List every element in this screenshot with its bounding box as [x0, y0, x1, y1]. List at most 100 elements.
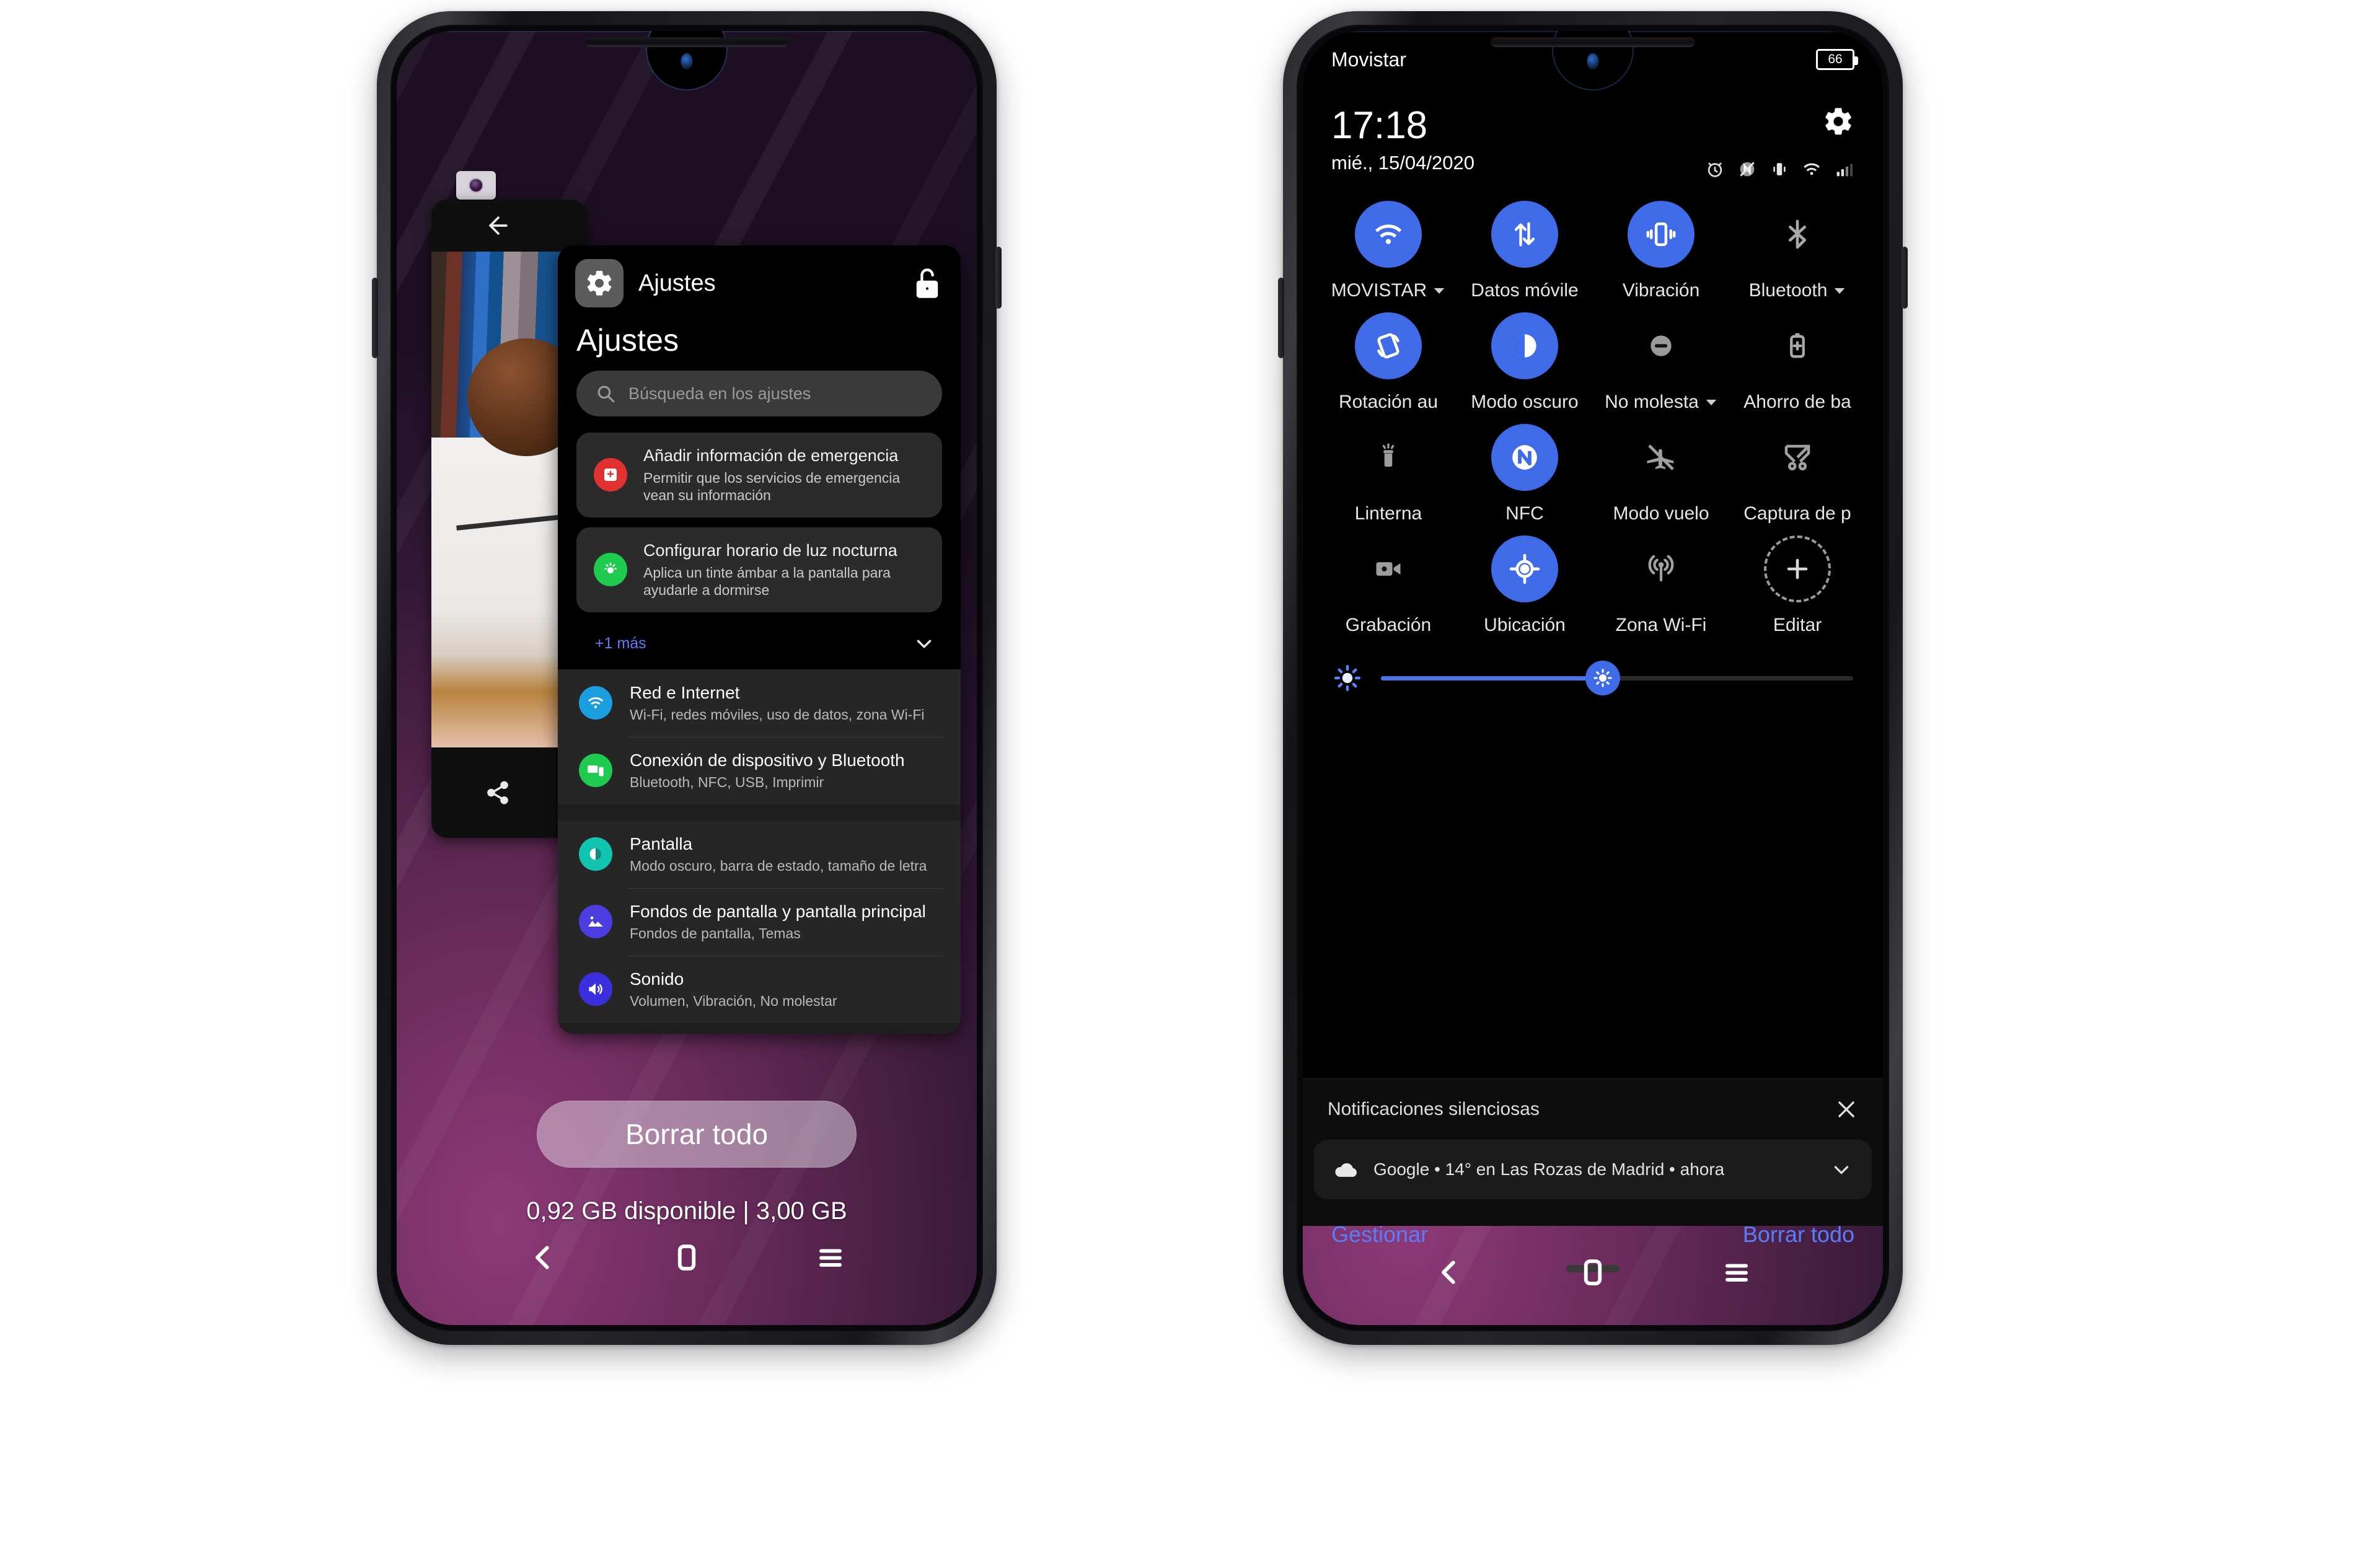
airplane-mode-icon[interactable]	[1628, 424, 1695, 491]
right-phone-power-button[interactable]	[1902, 247, 1908, 309]
brightness-slider-knob[interactable]	[1585, 661, 1621, 695]
bluetooth-off-icon[interactable]	[1764, 201, 1831, 268]
memory-status-text: 0,92 GB disponible | 3,00 GB	[526, 1197, 847, 1225]
unlock-icon[interactable]	[911, 266, 943, 301]
left-phone-navbar	[397, 1223, 977, 1292]
screenshot-canvas: Ajustes Ajustes Búsqueda en los ajustes	[0, 0, 2380, 1568]
qs-tile-flashlight[interactable]: Linterna	[1320, 424, 1457, 524]
hotspot-icon[interactable]	[1628, 535, 1695, 602]
suggestion-emergency-info[interactable]: Añadir información de emergencia Permiti…	[576, 433, 942, 518]
qs-tile-label: Editar	[1773, 615, 1822, 635]
qs-tile-airplane-mode[interactable]: Modo vuelo	[1593, 424, 1729, 524]
home-icon[interactable]	[1576, 1256, 1610, 1289]
qs-tile-mobile-data[interactable]: Datos móvile	[1457, 201, 1593, 301]
status-icon-row	[1704, 159, 1854, 180]
item-subtitle: Wi-Fi, redes móviles, uso de datos, zona…	[630, 706, 925, 723]
settings-item-sound[interactable]: Sonido Volumen, Vibración, No molestar	[558, 955, 961, 1023]
clear-all-button[interactable]: Borrar todo	[537, 1101, 857, 1168]
show-more-suggestions[interactable]: +1 más	[558, 622, 961, 669]
item-title: Sonido	[630, 969, 684, 989]
chevron-down-icon[interactable]	[912, 632, 936, 656]
left-phone-screen: Ajustes Ajustes Búsqueda en los ajustes	[397, 31, 977, 1325]
do-not-disturb-icon[interactable]	[1628, 312, 1695, 379]
qs-tile-hotspot[interactable]: Zona Wi-Fi	[1593, 535, 1729, 636]
wifi-icon[interactable]	[1355, 201, 1422, 268]
item-subtitle: Modo oscuro, barra de estado, tamaño de …	[630, 857, 927, 874]
qs-tile-label: Datos móvile	[1471, 280, 1579, 301]
gear-icon	[575, 259, 624, 307]
emergency-icon	[594, 458, 627, 492]
night-light-icon	[594, 553, 627, 587]
screen-record-icon[interactable]	[1355, 535, 1422, 602]
list-group-divider	[558, 1023, 961, 1034]
settings-item-network[interactable]: Red e Internet Wi-Fi, redes móviles, uso…	[558, 669, 961, 737]
brightness-low-icon	[1333, 663, 1362, 693]
qs-tile-nfc[interactable]: NFC	[1457, 424, 1593, 524]
cloud-icon	[1333, 1156, 1360, 1183]
home-icon[interactable]	[670, 1241, 703, 1274]
right-phone-volume-button[interactable]	[1278, 278, 1284, 358]
chevron-down-icon[interactable]	[1433, 284, 1445, 297]
wifi-icon	[1801, 159, 1822, 180]
search-icon	[595, 383, 616, 404]
settings-item-device-connection[interactable]: Conexión de dispositivo y Bluetooth Blue…	[558, 736, 961, 804]
recents-icon[interactable]	[1720, 1256, 1753, 1289]
qs-tile-screenshot[interactable]: Captura de p	[1729, 424, 1866, 524]
nfc-icon[interactable]	[1491, 424, 1558, 491]
share-icon[interactable]	[485, 780, 511, 806]
brightness-fill	[1381, 676, 1603, 680]
camera-icon	[456, 171, 496, 200]
qs-tile-location[interactable]: Ubicación	[1457, 535, 1593, 636]
settings-item-display[interactable]: Pantalla Modo oscuro, barra de estado, t…	[558, 821, 961, 888]
volume-icon	[579, 972, 612, 1006]
qs-tile-screen-record[interactable]: Grabación	[1320, 535, 1457, 636]
left-phone-power-button[interactable]	[995, 247, 1002, 309]
recents-icon[interactable]	[814, 1241, 847, 1274]
item-subtitle: Bluetooth, NFC, USB, Imprimir	[630, 773, 824, 790]
qs-tile-bluetooth[interactable]: Bluetooth	[1729, 201, 1866, 301]
left-phone-volume-button[interactable]	[372, 278, 378, 358]
flashlight-icon[interactable]	[1355, 424, 1422, 491]
arrow-left-icon[interactable]	[485, 212, 512, 239]
qs-tile-battery-saver[interactable]: Ahorro de ba	[1729, 312, 1866, 413]
suggestion-title: Configurar horario de luz nocturna	[643, 540, 897, 560]
auto-rotate-icon[interactable]	[1355, 312, 1422, 379]
qs-tile-label: Grabación	[1345, 615, 1432, 635]
settings-page-body: Ajustes Búsqueda en los ajustes Añadir i…	[558, 307, 961, 1034]
qs-tile-wifi[interactable]: MOVISTAR	[1320, 201, 1457, 301]
close-icon[interactable]	[1835, 1098, 1858, 1121]
qs-tile-auto-rotate[interactable]: Rotación au	[1320, 312, 1457, 413]
recents-card-settings[interactable]: Ajustes Ajustes Búsqueda en los ajustes	[558, 245, 961, 1034]
silent-notifications-header: Notificaciones silenciosas	[1303, 1078, 1883, 1140]
quick-settings-header: 17:18 mié., 15/04/2020	[1303, 31, 1883, 180]
settings-app-label: Ajustes	[638, 270, 716, 296]
dark-mode-icon[interactable]	[1491, 312, 1558, 379]
qs-tile-vibration[interactable]: Vibración	[1593, 201, 1729, 301]
qs-tile-label: Bluetooth	[1748, 280, 1828, 301]
suggestion-title: Añadir información de emergencia	[643, 446, 899, 465]
gear-icon[interactable]	[1822, 105, 1854, 138]
location-icon[interactable]	[1491, 535, 1558, 602]
vibrate-icon[interactable]	[1628, 201, 1695, 268]
screenshot-icon[interactable]	[1764, 424, 1831, 491]
mobile-data-icon[interactable]	[1491, 201, 1558, 268]
qs-tile-label: Linterna	[1354, 503, 1422, 524]
search-input[interactable]: Búsqueda en los ajustes	[576, 371, 942, 416]
back-icon[interactable]	[1432, 1256, 1466, 1289]
back-icon[interactable]	[526, 1241, 560, 1274]
settings-item-wallpaper[interactable]: Fondos de pantalla y pantalla principal …	[558, 888, 961, 956]
brightness-slider[interactable]	[1381, 661, 1853, 695]
add-icon[interactable]	[1764, 535, 1831, 602]
chevron-down-icon[interactable]	[1833, 284, 1846, 297]
suggestion-night-light[interactable]: Configurar horario de luz nocturna Aplic…	[576, 527, 942, 612]
qs-tile-dark-mode[interactable]: Modo oscuro	[1457, 312, 1593, 413]
chevron-down-icon[interactable]	[1830, 1158, 1853, 1181]
notification-item-google-weather[interactable]: Google • 14° en Las Rozas de Madrid • ah…	[1314, 1140, 1872, 1199]
item-title: Pantalla	[630, 834, 693, 853]
qs-tile-do-not-disturb[interactable]: No molesta	[1593, 312, 1729, 413]
search-placeholder: Búsqueda en los ajustes	[628, 384, 811, 403]
qs-tile-edit[interactable]: Editar	[1729, 535, 1866, 636]
chevron-down-icon[interactable]	[1705, 396, 1717, 408]
battery-saver-icon[interactable]	[1764, 312, 1831, 379]
quick-settings-grid: MOVISTAR Datos móvile Vibración Bluetoot…	[1303, 180, 1883, 636]
